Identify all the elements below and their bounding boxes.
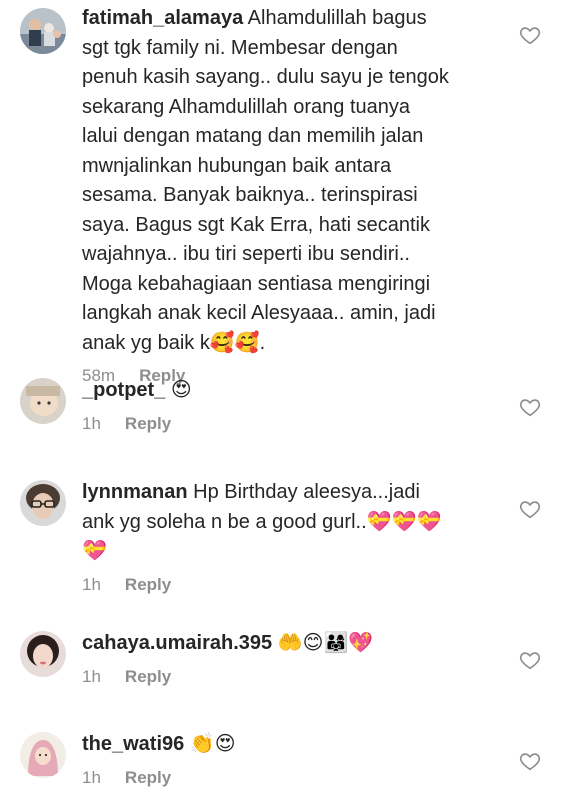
like-heart-icon[interactable] <box>519 24 541 46</box>
comment-body: Alhamdulillah bagus sgt tgk family ni. M… <box>82 7 449 354</box>
avatar[interactable] <box>20 378 66 424</box>
comment-username[interactable]: lynnmanan <box>82 481 188 503</box>
comment-body: 👏😍 <box>189 733 236 755</box>
comment-username[interactable]: cahaya.umairah.395 <box>82 632 272 654</box>
family-photo-avatar-icon <box>20 8 66 54</box>
like-heart-icon[interactable] <box>519 750 541 772</box>
comment-body: 😍 <box>170 379 192 401</box>
reply-button[interactable]: Reply <box>125 667 171 687</box>
comment-username[interactable]: the_wati96 <box>82 733 184 755</box>
comment-meta: 1h Reply <box>82 575 502 595</box>
comment-meta: 1h Reply <box>82 414 502 434</box>
like-heart-icon[interactable] <box>519 396 541 418</box>
woman-portrait-avatar-icon <box>20 631 66 677</box>
comment-username[interactable]: fatimah_alamaya <box>82 7 243 29</box>
comment-meta: 1h Reply <box>82 667 502 687</box>
comment-text: the_wati96 👏😍 <box>82 730 502 760</box>
reply-button[interactable]: Reply <box>125 575 171 595</box>
comment-text: fatimah_alamaya Alhamdulillah bagus sgt … <box>82 4 502 358</box>
comment-username[interactable]: _potpet_ <box>82 379 165 401</box>
comment-timestamp: 1h <box>82 574 101 594</box>
comment-timestamp: 1h <box>82 666 101 686</box>
comment-timestamp: 1h <box>82 767 101 787</box>
woman-glasses-avatar-icon <box>20 480 66 526</box>
comment-text: _potpet_ 😍 <box>82 376 502 406</box>
baby-photo-avatar-icon <box>20 378 66 424</box>
like-heart-icon[interactable] <box>519 498 541 520</box>
comment-text: lynnmanan Hp Birthday aleesya...jadi ank… <box>82 478 502 567</box>
comment-body: 🤲😊👨‍👩‍👧💖 <box>277 632 374 654</box>
avatar[interactable] <box>20 8 66 54</box>
comment-text: cahaya.umairah.395 🤲😊👨‍👩‍👧💖 <box>82 629 502 659</box>
like-heart-icon[interactable] <box>519 649 541 671</box>
hijab-illustration-avatar-icon <box>20 732 66 778</box>
avatar[interactable] <box>20 732 66 778</box>
comment-meta: 1h Reply <box>82 768 502 788</box>
avatar[interactable] <box>20 631 66 677</box>
avatar[interactable] <box>20 480 66 526</box>
reply-button[interactable]: Reply <box>125 768 171 788</box>
comment-timestamp: 1h <box>82 413 101 433</box>
reply-button[interactable]: Reply <box>125 414 171 434</box>
